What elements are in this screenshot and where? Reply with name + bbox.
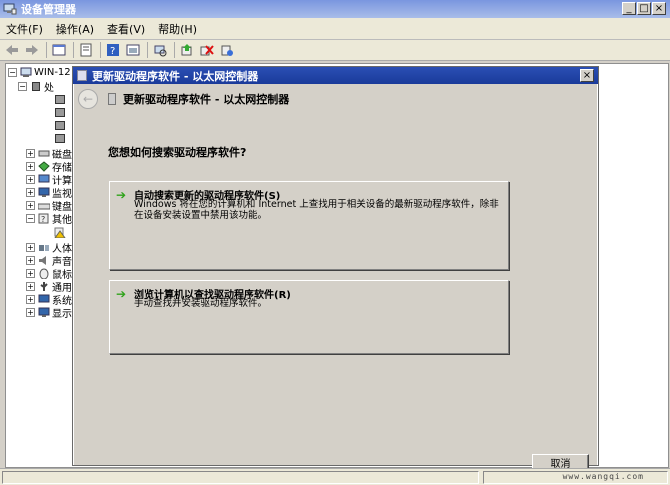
scan-hardware-icon[interactable]: [152, 42, 168, 58]
device-icon: [108, 93, 116, 105]
tree-item-cpu[interactable]: [54, 93, 68, 106]
dialog-body: ← 更新驱动程序软件 - 以太网控制器 您想如何搜索驱动程序软件? ➔ 自动搜索…: [74, 84, 597, 475]
other-devices-icon: ?: [38, 213, 49, 224]
expand-icon[interactable]: +: [26, 188, 35, 197]
processor-icon: [55, 121, 65, 130]
toolbar-separator: [147, 42, 148, 58]
menu-file[interactable]: 文件(F): [6, 21, 43, 37]
tree-item-processor[interactable]: − 处: [18, 80, 54, 94]
menu-bar: 文件(F) 操作(A) 查看(V) 帮助(H): [0, 18, 670, 40]
device-manager-icon: [3, 3, 17, 15]
status-bar: www.wangqi.com: [0, 468, 670, 485]
toolbar-separator: [174, 42, 175, 58]
tree-root-label: WIN-12: [34, 67, 71, 78]
disk-drive-icon: [38, 150, 50, 157]
storage-controller-icon: [38, 161, 50, 172]
tree-item-cpu[interactable]: [54, 106, 68, 119]
option-description: Windows 将在您的计算机和 Internet 上查找用于相关设备的最新驱动…: [134, 199, 499, 221]
usb-icon: [40, 282, 48, 291]
expand-icon[interactable]: +: [26, 295, 35, 304]
search-question: 您想如何搜索驱动程序软件?: [108, 146, 247, 159]
dialog-titlebar: 更新驱动程序软件 - 以太网控制器 ×: [73, 67, 598, 84]
expand-icon[interactable]: +: [26, 175, 35, 184]
tree-root[interactable]: − WIN-12: [8, 66, 71, 79]
expand-icon[interactable]: +: [26, 243, 35, 252]
svg-text:?: ?: [110, 46, 115, 57]
minimize-button[interactable]: _: [622, 2, 636, 15]
back-arrow-icon: ←: [82, 92, 94, 106]
toolbar-separator: [100, 42, 101, 58]
expand-icon[interactable]: +: [26, 269, 35, 278]
warning-device-icon: [54, 227, 66, 238]
watermark: www.wangqi.com: [562, 472, 644, 481]
green-arrow-icon: ➔: [116, 188, 127, 202]
tree-item-display[interactable]: + 显示: [26, 306, 72, 320]
dialog-close-button[interactable]: ×: [580, 69, 594, 82]
update-driver-icon[interactable]: [179, 42, 195, 58]
tree-item-label: 显示: [52, 309, 72, 320]
back-arrow-icon[interactable]: [4, 42, 20, 58]
uninstall-icon[interactable]: [199, 42, 215, 58]
toolbar: ?: [0, 40, 670, 61]
window-titlebar: 设备管理器 _ □ ×: [0, 0, 670, 18]
expand-icon[interactable]: +: [26, 256, 35, 265]
view-icon[interactable]: [51, 42, 67, 58]
toolbar-separator: [46, 42, 47, 58]
forward-arrow-icon[interactable]: [24, 42, 40, 58]
window-title: 设备管理器: [21, 3, 76, 16]
collapse-icon[interactable]: −: [18, 82, 27, 91]
menu-help[interactable]: 帮助(H): [158, 21, 197, 37]
expand-icon[interactable]: +: [26, 149, 35, 158]
console-icon[interactable]: [125, 42, 141, 58]
green-arrow-icon: ➔: [116, 287, 127, 301]
back-button[interactable]: ←: [78, 89, 98, 109]
dialog-heading: 更新驱动程序软件 - 以太网控制器: [123, 93, 290, 106]
help-icon[interactable]: ?: [105, 42, 121, 58]
mouse-icon: [39, 268, 49, 279]
computer-icon: [20, 67, 32, 77]
tree-item-other[interactable]: −? 其他: [26, 212, 72, 226]
speaker-icon: [39, 256, 46, 265]
option-description: 手动查找并安装驱动程序软件。: [134, 298, 268, 309]
processor-icon: [55, 108, 65, 117]
system-devices-icon: [38, 294, 50, 303]
tree-item-cpu[interactable]: [54, 119, 68, 132]
collapse-icon[interactable]: −: [8, 68, 17, 77]
status-pane: [2, 471, 479, 484]
computer-icon: [38, 174, 50, 183]
properties-icon[interactable]: [78, 42, 94, 58]
collapse-icon[interactable]: −: [26, 214, 35, 223]
processor-icon: [55, 134, 65, 143]
close-button[interactable]: ×: [652, 2, 666, 15]
tree-item-ethernet-controller[interactable]: [54, 226, 68, 239]
tree-item-label: 处: [44, 83, 54, 94]
dialog-device-icon: [77, 70, 87, 81]
display-adapter-icon: [38, 307, 50, 317]
update-driver-dialog: 更新驱动程序软件 - 以太网控制器 × ← 更新驱动程序软件 - 以太网控制器 …: [72, 66, 599, 475]
enable-device-icon[interactable]: [219, 42, 235, 58]
expand-icon[interactable]: +: [26, 201, 35, 210]
tree-item-label: 其他: [52, 215, 72, 226]
processor-icon: [55, 95, 65, 104]
option-auto-search[interactable]: ➔ 自动搜索更新的驱动程序软件(S) Windows 将在您的计算机和 Inte…: [109, 181, 509, 270]
expand-icon[interactable]: +: [26, 282, 35, 291]
dialog-title: 更新驱动程序软件 - 以太网控制器: [92, 69, 259, 83]
expand-icon[interactable]: +: [26, 162, 35, 171]
maximize-button[interactable]: □: [637, 2, 651, 15]
toolbar-separator: [73, 42, 74, 58]
option-browse-computer[interactable]: ➔ 浏览计算机以查找驱动程序软件(R) 手动查找并安装驱动程序软件。: [109, 280, 509, 354]
tree-item-cpu[interactable]: [54, 132, 68, 145]
expand-icon[interactable]: +: [26, 308, 35, 317]
dialog-header: ← 更新驱动程序软件 - 以太网控制器: [74, 84, 597, 114]
monitor-icon: [38, 187, 50, 197]
svg-text:?: ?: [41, 215, 45, 224]
menu-action[interactable]: 操作(A): [56, 21, 94, 37]
menu-view[interactable]: 查看(V): [107, 21, 145, 37]
keyboard-icon: [38, 203, 50, 210]
processor-icon: [32, 82, 40, 91]
hid-icon: [39, 245, 49, 251]
